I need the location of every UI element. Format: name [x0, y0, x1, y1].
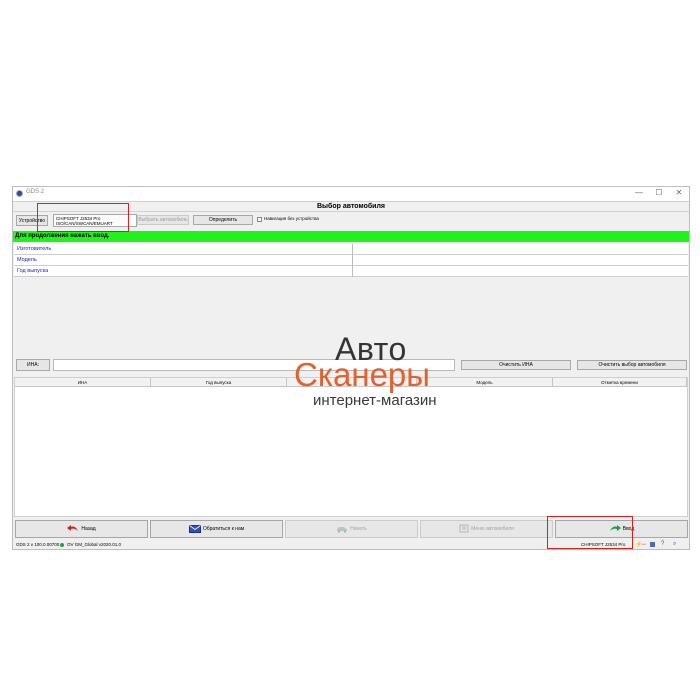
vehicle-menu-button[interactable]: Меню автомобиля [420, 520, 553, 538]
column-header-timestamp[interactable]: Отметка времени [553, 378, 687, 387]
back-label: Назад [81, 526, 96, 532]
property-label: Модель [17, 257, 37, 263]
contact-button[interactable]: Обратиться к нам [150, 520, 283, 538]
vehicle-menu-label: Меню автомобиля [471, 526, 514, 532]
clear-vin-button[interactable]: Очистить ИНА [461, 360, 571, 370]
help-icon[interactable]: ? [661, 541, 664, 547]
without-device-checkbox[interactable] [257, 217, 262, 222]
property-row-model[interactable]: Модель [14, 255, 688, 266]
online-status-icon [60, 543, 64, 547]
vin-label: ИНА: [16, 359, 50, 371]
title-bar: GDS 2 — ☐ ✕ [13, 187, 689, 201]
watermark-line3: интернет-магазин [313, 392, 437, 409]
column-header-model[interactable]: Модель [417, 378, 553, 387]
global-version-text: OV GM_Global v2020.01.0 [67, 542, 122, 547]
monitor-icon[interactable] [650, 542, 655, 547]
close-button[interactable]: ✕ [669, 188, 689, 197]
vehicle-properties: Изготовитель Модель Год выпуска [14, 244, 688, 277]
column-header-year[interactable]: Год выпуска [151, 378, 287, 387]
gds-logo-icon [16, 190, 23, 197]
device-highlight-box [37, 203, 129, 232]
property-row-manufacturer[interactable]: Изготовитель [14, 244, 688, 255]
property-row-year[interactable]: Год выпуска [14, 266, 688, 277]
version-text: GDS 2 v 100.0.00700 [16, 542, 60, 547]
maximize-button[interactable]: ☐ [649, 188, 669, 197]
clear-vehicle-button[interactable]: Очистить выбор автомобиля [577, 360, 687, 370]
minimize-button[interactable]: — [629, 188, 649, 197]
column-header-vin[interactable]: ИНА [15, 378, 151, 387]
vehicle-menu-icon [459, 524, 469, 533]
watermark-line2: Сканеры [294, 356, 430, 393]
start-label: Начать [350, 526, 367, 532]
property-label: Изготовитель [17, 246, 52, 252]
connection-arrows-icon: ↔ [641, 541, 647, 547]
app-title: GDS 2 [26, 189, 45, 195]
property-label: Год выпуска [17, 268, 49, 274]
enter-highlight-box [547, 516, 633, 549]
start-button[interactable]: Начать [285, 520, 418, 538]
search-icon[interactable]: ⌕ [673, 541, 676, 547]
back-arrow-icon [67, 525, 79, 532]
back-button[interactable]: Назад [15, 520, 148, 538]
car-icon [337, 526, 348, 533]
select-vehicle-button[interactable]: Выбрать автомобиль [137, 215, 189, 225]
detect-button[interactable]: Определить [193, 215, 253, 225]
contact-label: Обратиться к нам [202, 526, 245, 532]
instruction-banner: Для продолжения нажать ввод. [13, 231, 689, 242]
without-device-label: Навигация без устройства [264, 216, 319, 221]
envelope-icon [188, 524, 201, 533]
